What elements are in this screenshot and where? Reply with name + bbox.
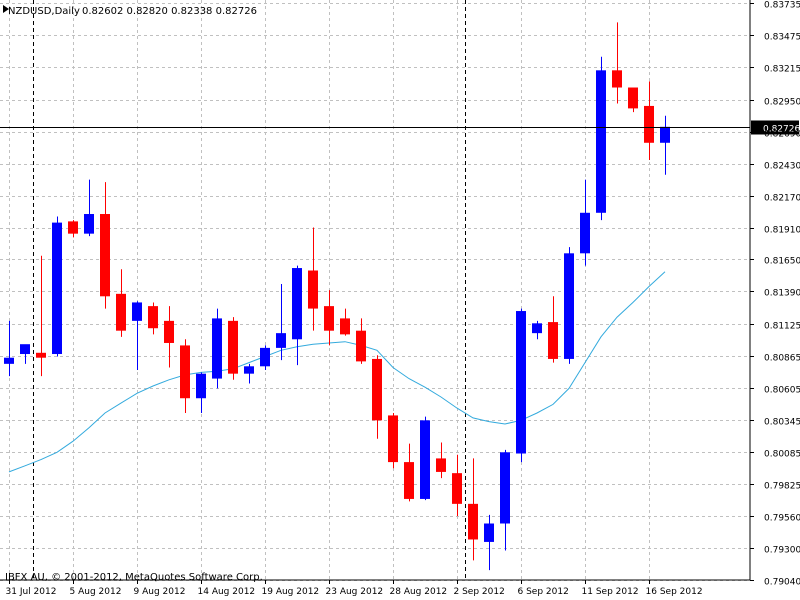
candle[interactable] [212, 308, 222, 389]
time-tick-label: 14 Aug 2012 [198, 587, 256, 597]
price-tick-label: 0.79040 [764, 578, 800, 588]
price-tick-label: 0.79300 [764, 546, 800, 556]
candle-body-bearish [372, 358, 382, 421]
candle-body-bullish [20, 344, 30, 355]
price-tick-label: 0.83215 [764, 65, 800, 75]
candle-body-bullish [484, 523, 494, 542]
candle-body-bearish [404, 462, 414, 499]
price-tick-label: 0.80865 [764, 354, 800, 364]
price-tick-label: 0.82170 [764, 194, 800, 204]
candle-body-bullish [4, 357, 14, 364]
candle-body-bullish [500, 452, 510, 524]
ohlc-values: 0.82602 0.82820 0.82338 0.82726 [82, 6, 257, 17]
candle-body-bullish [212, 318, 222, 379]
candle[interactable] [564, 247, 574, 364]
price-tick-label: 0.81910 [764, 226, 800, 236]
candle-body-bearish [116, 293, 126, 331]
price-tick-label: 0.80345 [764, 418, 800, 428]
price-tick-label: 0.79560 [764, 514, 800, 524]
time-tick-label: 9 Aug 2012 [134, 587, 186, 597]
candle-body-bullish [580, 212, 590, 254]
candle-body-bearish [180, 345, 190, 399]
candle-body-bullish [52, 222, 62, 355]
candle[interactable] [260, 345, 270, 370]
candle-body-bearish [356, 330, 366, 362]
price-tick-label: 0.80605 [764, 386, 800, 396]
price-tick-label: 0.82950 [764, 98, 800, 108]
time-tick-label: 16 Sep 2012 [646, 587, 703, 597]
candle-body-bullish [532, 323, 542, 334]
price-tick-label: 0.82690 [764, 130, 800, 140]
candle-body-bullish [276, 333, 286, 348]
price-tick-label: 0.79825 [764, 482, 800, 492]
price-tick-label: 0.83735 [764, 1, 800, 11]
candle[interactable] [596, 56, 606, 221]
candle-body-bullish [84, 214, 94, 234]
time-tick-label: 11 Sep 2012 [582, 587, 639, 597]
symbol-label: NZDUSD,Daily [8, 6, 80, 17]
candle[interactable] [388, 412, 398, 469]
copyright-text: IBFX AU, © 2001-2012, MetaQuotes Softwar… [5, 572, 263, 583]
candle-body-bearish [548, 322, 558, 359]
candle-body-bullish [660, 126, 670, 143]
candle-body-bearish [308, 270, 318, 309]
candle-body-bullish [516, 311, 526, 454]
price-tick-label: 0.80085 [764, 450, 800, 460]
candle-body-bullish [244, 366, 254, 374]
candle-body-bullish [132, 302, 142, 321]
candle-body-bullish [292, 268, 302, 340]
candle-body-bearish [612, 70, 622, 88]
candle-body-bullish [420, 420, 430, 499]
time-tick-label: 23 Aug 2012 [326, 587, 384, 597]
candle[interactable] [228, 317, 238, 380]
candle-body-bearish [340, 318, 350, 335]
chart-header: NZDUSD,Daily 0.82602 0.82820 0.82338 0.8… [3, 5, 257, 17]
price-tick-label: 0.83475 [764, 33, 800, 43]
candle[interactable] [420, 416, 430, 501]
price-chart[interactable]: 0.82726 0.837350.834750.832150.829500.82… [0, 0, 800, 600]
price-tick-label: 0.81650 [764, 257, 800, 267]
price-tick-label: 0.81390 [764, 289, 800, 299]
candle-body-bullish [596, 70, 606, 213]
candle-body-bearish [436, 458, 446, 472]
time-tick-label: 28 Aug 2012 [390, 587, 448, 597]
candle[interactable] [516, 308, 526, 463]
candle[interactable] [628, 87, 638, 113]
time-tick-label: 19 Aug 2012 [262, 587, 320, 597]
time-tick-label: 6 Sep 2012 [518, 587, 569, 597]
candle-body-bearish [468, 503, 478, 540]
candle-body-bearish [68, 221, 78, 234]
time-tick-label: 5 Aug 2012 [70, 587, 122, 597]
candle-body-bearish [628, 87, 638, 109]
time-tick-label: 2 Sep 2012 [454, 587, 505, 597]
candle[interactable] [52, 216, 62, 357]
candle-body-bearish [644, 105, 654, 143]
candle-body-bearish [148, 306, 158, 329]
time-tick-label: 31 Jul 2012 [6, 587, 57, 597]
candle-body-bullish [260, 347, 270, 367]
candle-body-bearish [452, 473, 462, 504]
candle-body-bullish [196, 373, 206, 399]
candle-body-bearish [164, 320, 174, 343]
candle-body-bearish [100, 214, 110, 297]
candle-body-bearish [388, 415, 398, 463]
price-tick-label: 0.81125 [764, 322, 800, 332]
candle-body-bearish [324, 306, 334, 331]
candle-body-bullish [564, 253, 574, 359]
candle-body-bearish [228, 320, 238, 374]
price-tick-label: 0.82430 [764, 162, 800, 172]
candle-body-bearish [36, 352, 46, 358]
